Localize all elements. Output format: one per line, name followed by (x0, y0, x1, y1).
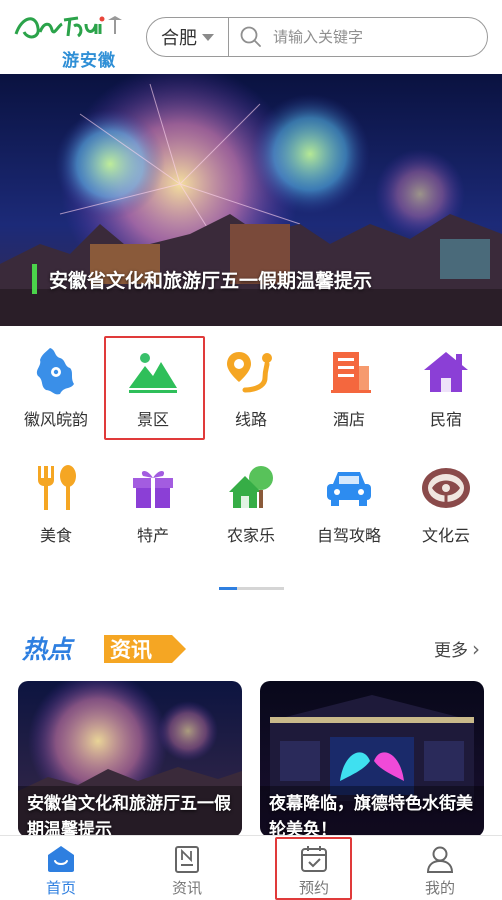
hot-news-title-part2: 资讯 (110, 638, 152, 662)
category-self-drive[interactable]: 自驾攻略 (301, 462, 397, 562)
hotel-building-icon (331, 352, 371, 393)
chevron-down-icon (202, 33, 214, 41)
category-homestay[interactable]: 民宿 (398, 346, 494, 446)
news-card-title: 夜幕降临，旗德特色水街美轮美奂！ (269, 794, 473, 837)
category-specialty[interactable]: 特产 (105, 462, 201, 562)
tab-home[interactable]: 首页 (21, 844, 101, 898)
fork-spoon-icon (38, 465, 76, 510)
category-food[interactable]: 美食 (8, 462, 104, 562)
search-input[interactable] (271, 27, 471, 47)
home-icon (48, 846, 74, 872)
category-label: 徽风皖韵 (23, 410, 88, 429)
banner-carousel[interactable]: 安徽省文化和旅游厅五一假期温馨提示 (0, 74, 502, 326)
tab-label: 首页 (45, 879, 76, 897)
category-label: 民宿 (429, 410, 462, 429)
gift-icon (133, 471, 173, 508)
category-label: 特产 (136, 526, 169, 545)
pager-indicator-track (237, 587, 284, 590)
city-label: 合肥 (161, 28, 197, 49)
category-label: 自驾攻略 (316, 526, 381, 545)
search-icon (240, 26, 261, 47)
user-icon (426, 846, 454, 873)
chevron-right-icon: › (472, 636, 480, 661)
anhui-logo[interactable]: 游安徽 (14, 10, 134, 71)
hot-news-title-part1: 热点 (21, 635, 75, 664)
news-card[interactable]: 夜幕降临，旗德特色水街美轮美奂！ (260, 681, 484, 837)
bottom-tab-bar: 首页 资讯 预约 我的 (0, 835, 502, 900)
anhui-map-icon (36, 348, 74, 395)
culture-cloud-icon (422, 468, 470, 508)
category-route[interactable]: 线路 (203, 346, 299, 446)
tab-label: 资讯 (171, 879, 202, 897)
news-icon (175, 846, 199, 873)
category-label: 文化云 (421, 526, 470, 545)
hot-news-title-graphic: 热点 资讯 (21, 635, 186, 664)
highlight-box-booking (275, 837, 352, 900)
tab-label: 我的 (424, 879, 455, 897)
car-icon (327, 472, 371, 506)
banner-title: 安徽省文化和旅游厅五一假期温馨提示 (49, 269, 373, 292)
news-card-title: 安徽省文化和旅游厅五一假期温馨提示 (27, 794, 231, 837)
logo-text: 游安徽 (62, 51, 116, 71)
category-label: 农家乐 (226, 526, 275, 545)
tab-news[interactable]: 资讯 (147, 844, 227, 898)
route-icon (227, 352, 272, 393)
category-culture-cloud[interactable]: 文化云 (398, 462, 494, 562)
category-label: 美食 (39, 526, 72, 545)
hot-news-title: 热点 资讯 (20, 631, 190, 665)
category-farm-stay[interactable]: 农家乐 (203, 462, 299, 562)
highlight-box-scenic (104, 336, 205, 440)
app-header: 游安徽 合肥 (0, 0, 502, 74)
tab-mine[interactable]: 我的 (400, 844, 480, 898)
pager-indicator-active (219, 587, 237, 590)
category-huifeng[interactable]: 徽风皖韵 (8, 346, 104, 446)
banner-caption: 安徽省文化和旅游厅五一假期温馨提示 (32, 262, 372, 296)
news-card[interactable]: 安徽省文化和旅游厅五一假期温馨提示 (18, 681, 242, 837)
category-label: 线路 (234, 410, 267, 429)
more-label: 更多 (434, 641, 468, 661)
farm-house-icon (229, 466, 273, 508)
search-bar[interactable]: 合肥 (146, 17, 488, 57)
more-link[interactable]: 更多 › (434, 636, 480, 662)
house-icon (424, 352, 468, 392)
category-hotel[interactable]: 酒店 (301, 346, 397, 446)
city-selector[interactable]: 合肥 (147, 18, 229, 56)
caption-accent-bar (32, 264, 37, 294)
category-label: 酒店 (332, 410, 365, 429)
